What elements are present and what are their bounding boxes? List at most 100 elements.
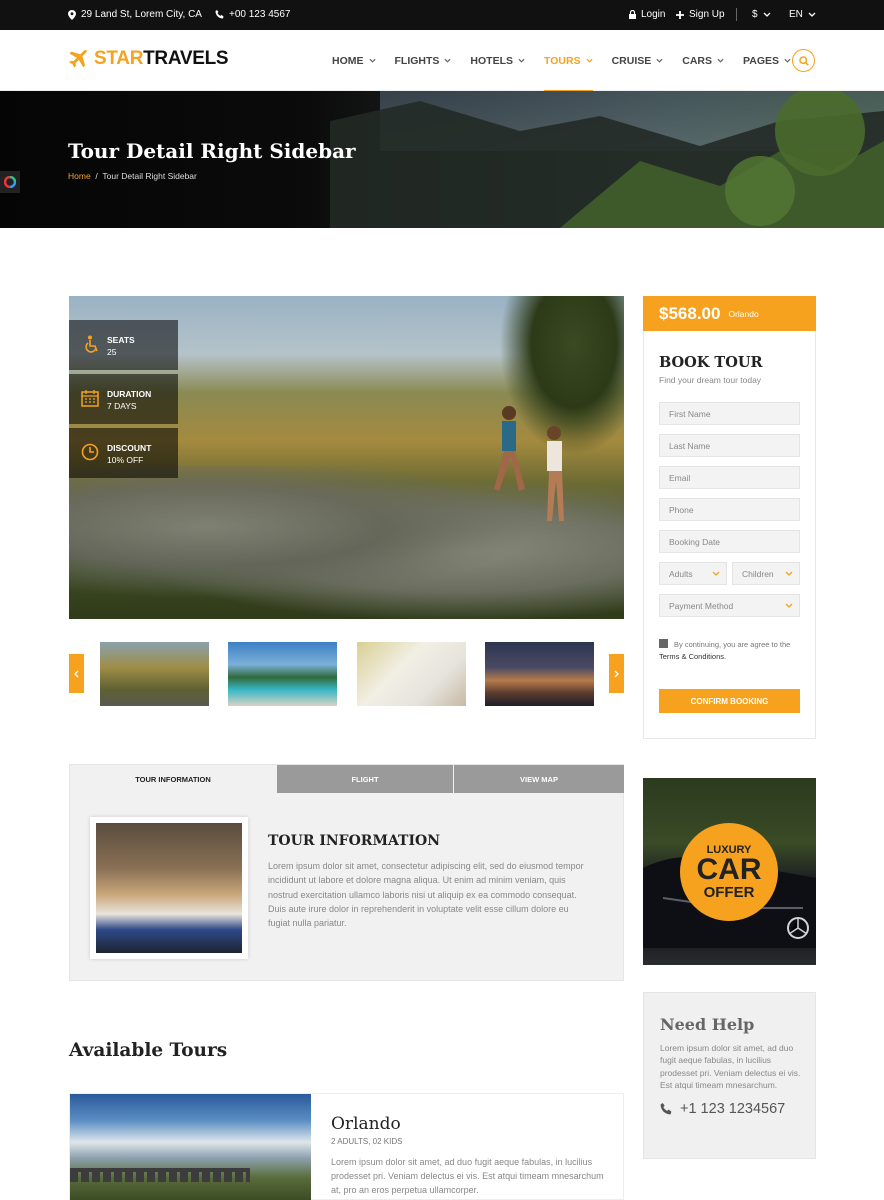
brand-part2: TRAVELS [143,48,229,69]
tour-tabs: TOUR INFORMATION FLIGHT VIEW MAP TOUR IN… [69,764,624,981]
topbar-divider [736,8,737,21]
chevron-down-icon [763,12,771,17]
breadcrumb-separator: / [95,171,98,181]
tour-card-image [70,1094,311,1200]
car-offer-line3: OFFER [703,883,755,901]
login-link[interactable]: Login [629,9,665,20]
viaduct [70,1168,250,1182]
login-label: Login [641,9,666,20]
logo[interactable]: STAR TRAVELS [68,48,229,70]
phone-field[interactable]: Phone [659,498,800,521]
tab-view-map[interactable]: VIEW MAP [454,765,624,793]
chevron-down-icon [785,571,793,576]
color-wheel-icon [4,176,16,188]
tab-flight[interactable]: FLIGHT [277,765,453,793]
chevron-down-icon [586,58,593,63]
book-tour-widget: $568.00 Orlando BOOK TOUR Find your drea… [643,296,816,739]
gallery-thumb-4[interactable] [485,642,594,706]
phone: +00 123 4567 [215,9,290,20]
breadcrumb-home-link[interactable]: Home [68,171,91,181]
nav-item-flights[interactable]: FLIGHTS [395,30,452,91]
nav-item-label: HOTELS [470,54,514,67]
need-help-title: Need Help [660,1015,755,1034]
chevron-down-icon [808,12,816,17]
tour-fact-label: DURATION [107,389,152,399]
signup-link[interactable]: Sign Up [676,9,725,20]
hikers [494,406,564,521]
adults-select[interactable]: Adults [659,562,727,585]
children-select[interactable]: Children [732,562,800,585]
available-tours-heading: Available Tours [69,1040,228,1061]
brand-part1: STAR [94,48,144,69]
chevron-down-icon [785,603,793,608]
confirm-booking-button[interactable]: CONFIRM BOOKING [659,689,800,713]
tab-content-heading: TOUR INFORMATION [268,833,440,849]
address-text: 29 Land St, Lorem City, CA [81,9,202,20]
tour-fact-label: DISCOUNT [107,443,152,453]
search-button[interactable] [792,49,815,72]
gallery-next-button[interactable] [609,654,624,693]
page-title: Tour Detail Right Sidebar [68,139,356,163]
calendar-icon [81,390,99,407]
tour-price: $568.00 [659,303,721,323]
phone-icon [660,1103,672,1115]
chevron-down-icon [656,58,663,63]
currency-dropdown[interactable]: $ [752,9,771,20]
tour-fact-discount: DISCOUNT 10% OFF [69,428,178,478]
nav-item-label: TOURS [544,54,581,67]
payment-method-select[interactable]: Payment Method [659,594,800,617]
tab-content-body: Lorem ipsum dolor sit amet, consectetur … [268,861,584,929]
hotel-room-photo [96,823,242,953]
nav-item-tours[interactable]: TOURS [544,30,593,92]
chevron-down-icon [518,58,525,63]
payment-method-label: Payment Method [669,600,734,611]
phone-text: +00 123 4567 [229,9,291,20]
map-pin-icon [68,9,76,20]
car-offer-badge: LUXURY CAR OFFER [680,823,778,921]
nav-item-cruise[interactable]: CRUISE [612,30,664,91]
email-field[interactable]: Email [659,466,800,489]
car-offer-line2: CAR [696,852,762,886]
chevron-left-icon [74,670,79,677]
breadcrumb-current: Tour Detail Right Sidebar [102,171,197,181]
gallery-thumb-3[interactable] [357,642,466,706]
tour-card-title[interactable]: Orlando [331,1114,401,1134]
language-dropdown[interactable]: EN [789,9,816,20]
language-label: EN [789,9,803,20]
nav-item-cars[interactable]: CARS [682,30,724,91]
tour-fact-value: 10% OFF [107,455,144,465]
gallery-prev-button[interactable] [69,654,84,693]
phone-icon [215,10,224,19]
tab-tour-information[interactable]: TOUR INFORMATION [70,765,276,793]
tour-card-description: Lorem ipsum dolor sit amet, ad duo fugit… [331,1157,604,1195]
need-help-widget: Need Help Lorem ipsum dolor sit amet, ad… [643,992,816,1159]
first-name-field[interactable]: First Name [659,402,800,425]
chevron-down-icon [444,58,451,63]
tour-fact-duration: DURATION 7 DAYS [69,374,178,424]
nav-item-label: HOME [332,54,364,67]
nav-item-hotels[interactable]: HOTELS [470,30,525,91]
book-tour-subtitle: Find your dream tour today [659,375,762,385]
terms-text: By continuing, you are agree to the Term… [659,639,803,663]
book-tour-title: BOOK TOUR [659,354,763,371]
clock-icon [81,443,99,461]
gallery-thumb-2[interactable] [228,642,337,706]
tour-card[interactable]: Orlando 2 ADULTS, 02 KIDS Lorem ipsum do… [69,1093,624,1200]
nav-item-label: CARS [682,54,713,67]
terms-link[interactable]: Terms & Conditions. [659,652,726,661]
luxury-car-offer-banner[interactable]: LUXURY CAR OFFER [643,778,816,965]
help-phone[interactable]: +1 123 1234567 [660,1101,785,1117]
gallery-thumb-1[interactable] [100,642,209,706]
booking-date-field[interactable]: Booking Date [659,530,800,553]
search-icon [798,55,809,66]
nav-item-home[interactable]: HOME [332,30,376,91]
last-name-field[interactable]: Last Name [659,434,800,457]
top-bar: 29 Land St, Lorem City, CA +00 123 4567 … [0,0,884,30]
chevron-down-icon [717,58,724,63]
tour-fact-seats: SEATS 25 [69,320,178,370]
nav-item-pages[interactable]: PAGES [743,30,791,91]
nav-item-label: CRUISE [611,54,652,67]
help-phone-number: +1 123 1234567 [680,1101,786,1117]
color-picker-toggle[interactable] [0,171,20,193]
terms-prefix: By continuing, you are agree to the [674,640,791,649]
